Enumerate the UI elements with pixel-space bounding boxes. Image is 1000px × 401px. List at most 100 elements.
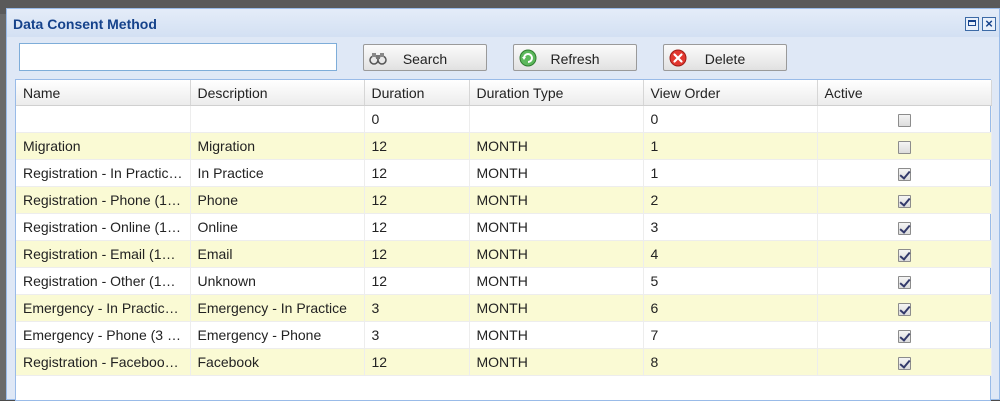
cell-view-order: 5 [643, 267, 818, 295]
delete-button[interactable]: Delete [663, 44, 787, 71]
active-checkbox[interactable] [897, 275, 911, 289]
active-checkbox[interactable] [897, 356, 911, 370]
active-checkbox[interactable] [897, 302, 911, 316]
column-header-view-order[interactable]: View Order [643, 80, 818, 106]
cell-description: Phone [190, 186, 365, 214]
cell-description: Emergency - Phone [190, 321, 365, 349]
refresh-button[interactable]: Refresh [513, 44, 637, 71]
cell-name: Emergency - In Practice (3 MONTH) [16, 294, 191, 322]
cell-view-order: 6 [643, 294, 818, 322]
cell-active [817, 294, 992, 322]
cell-description: Unknown [190, 267, 365, 295]
table-row[interactable]: Migration Migration 12 MONTH 1 [16, 132, 992, 160]
close-icon[interactable]: × [982, 17, 996, 31]
cell-duration-type: MONTH [469, 132, 644, 160]
cell-description: In Practice [190, 159, 365, 187]
table-row[interactable]: Registration - In Practice (12 MONTH)In … [16, 159, 992, 187]
active-checkbox[interactable] [897, 167, 911, 181]
table-row[interactable]: Registration - Other (12 MONTH)Unknown12… [16, 267, 992, 295]
cell-active [817, 159, 992, 187]
cell-description: Emergency - In Practice [190, 294, 365, 322]
cell-description [190, 105, 365, 133]
cell-view-order: 2 [643, 186, 818, 214]
cell-name: Registration - Online (12 MONTH) [16, 213, 191, 241]
table-row[interactable]: Emergency - Phone (3 MONTH)Emergency - P… [16, 321, 992, 349]
search-button-label: Search [402, 51, 448, 67]
cell-view-order: 4 [643, 240, 818, 268]
cell-active [817, 186, 992, 214]
column-header-duration-type[interactable]: Duration Type [469, 80, 644, 106]
window-titlebar: Data Consent Method × [7, 9, 999, 37]
active-checkbox[interactable] [897, 248, 911, 262]
cell-duration-type: MONTH [469, 294, 644, 322]
table-header-row: Name Description Duration Duration Type … [16, 80, 992, 106]
cell-active [817, 213, 992, 241]
cell-view-order: 1 [643, 159, 818, 187]
table-row[interactable]: Registration - Phone (12 MONTH)Phone12MO… [16, 186, 992, 214]
cell-duration: 12 [364, 132, 470, 160]
cell-description: Migration [190, 132, 365, 160]
cell-duration: 12 [364, 186, 470, 214]
active-checkbox[interactable] [897, 113, 911, 127]
cell-view-order: 0 [643, 105, 818, 133]
cell-active [817, 267, 992, 295]
cell-name: Migration [16, 132, 191, 160]
cell-duration: 12 [364, 159, 470, 187]
column-header-active[interactable]: Active [817, 80, 992, 106]
cell-name: Registration - In Practice (12 MONTH) [16, 159, 191, 187]
cell-name: Registration - Facebook (12 MONTH) [16, 348, 191, 376]
consent-method-table: Name Description Duration Duration Type … [16, 80, 992, 376]
column-header-description[interactable]: Description [190, 80, 365, 106]
cell-name [16, 105, 191, 133]
cell-duration: 3 [364, 294, 470, 322]
cell-view-order: 7 [643, 321, 818, 349]
cell-duration-type: MONTH [469, 348, 644, 376]
window-title: Data Consent Method [13, 16, 157, 32]
table-row[interactable]: Registration - Online (12 MONTH)Online12… [16, 213, 992, 241]
table-row[interactable]: Emergency - In Practice (3 MONTH)Emergen… [16, 294, 992, 322]
table-row[interactable]: Registration - Email (12 MONTH)Email12MO… [16, 240, 992, 268]
cell-active [817, 348, 992, 376]
cell-description: Online [190, 213, 365, 241]
cell-active [817, 105, 992, 133]
cell-duration: 0 [364, 105, 470, 133]
cell-duration-type: MONTH [469, 321, 644, 349]
table-row[interactable]: 00 [16, 105, 992, 133]
active-checkbox[interactable] [897, 194, 911, 208]
cell-view-order: 1 [643, 132, 818, 160]
column-header-name[interactable]: Name [16, 80, 191, 106]
search-input[interactable] [19, 43, 337, 71]
cell-view-order: 8 [643, 348, 818, 376]
maximize-icon[interactable] [965, 17, 979, 31]
cell-duration: 3 [364, 321, 470, 349]
cell-name: Registration - Other (12 MONTH) [16, 267, 191, 295]
column-header-duration[interactable]: Duration [364, 80, 470, 106]
cell-duration: 12 [364, 240, 470, 268]
cell-duration-type [469, 105, 644, 133]
delete-button-label: Delete [704, 51, 746, 67]
cell-duration-type: MONTH [469, 213, 644, 241]
table-row[interactable]: Registration - Facebook (12 MONTH)Facebo… [16, 348, 992, 376]
cell-description: Facebook [190, 348, 365, 376]
cell-duration: 12 [364, 267, 470, 295]
cell-duration-type: MONTH [469, 267, 644, 295]
cell-duration-type: MONTH [469, 240, 644, 268]
cell-description: Email [190, 240, 365, 268]
cell-view-order: 3 [643, 213, 818, 241]
active-checkbox[interactable] [897, 221, 911, 235]
cell-duration: 12 [364, 213, 470, 241]
cell-name: Registration - Phone (12 MONTH) [16, 186, 191, 214]
cell-active [817, 321, 992, 349]
cell-name: Emergency - Phone (3 MONTH) [16, 321, 191, 349]
cell-active [817, 132, 992, 160]
data-grid: Name Description Duration Duration Type … [15, 79, 992, 401]
active-checkbox[interactable] [897, 329, 911, 343]
cell-name: Registration - Email (12 MONTH) [16, 240, 191, 268]
active-checkbox[interactable] [897, 140, 911, 154]
refresh-button-label: Refresh [550, 51, 600, 67]
search-button[interactable]: Search [363, 44, 487, 71]
cell-duration-type: MONTH [469, 186, 644, 214]
dialog-window: Data Consent Method × Search Refresh Del… [6, 8, 1000, 401]
cell-duration: 12 [364, 348, 470, 376]
cell-active [817, 240, 992, 268]
